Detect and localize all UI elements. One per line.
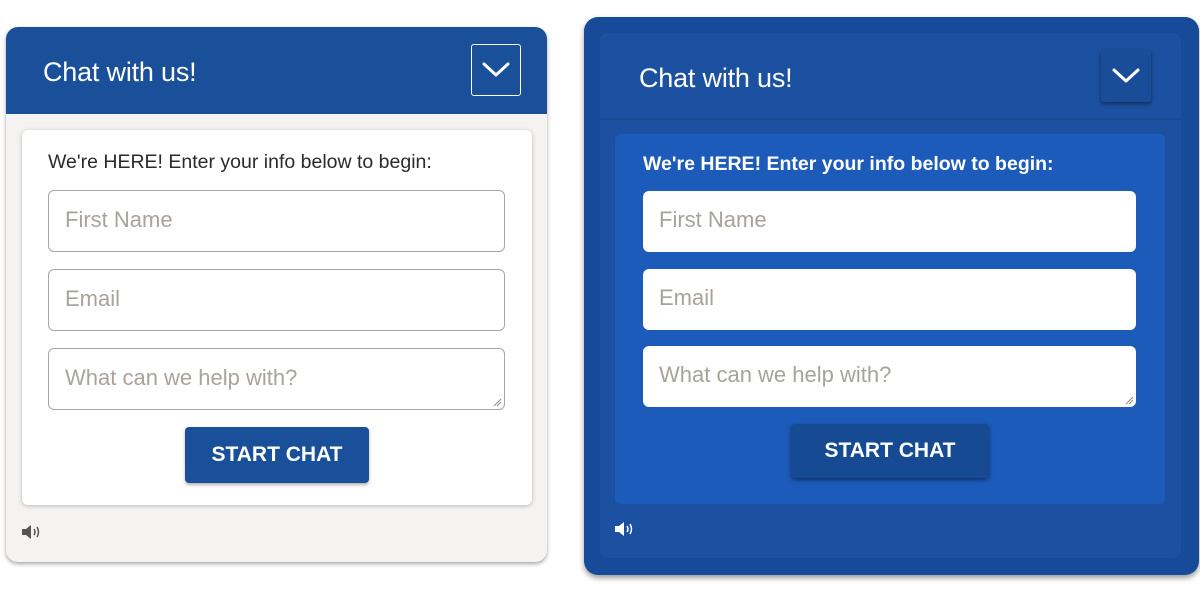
start-chat-button[interactable]: START CHAT: [791, 424, 989, 478]
form-prompt: We're HERE! Enter your info below to beg…: [48, 151, 432, 173]
chevron-down-icon: [482, 62, 510, 77]
first-name-input[interactable]: First Name: [643, 191, 1136, 252]
sound-toggle[interactable]: [614, 521, 636, 542]
header-divider: [600, 118, 1181, 120]
chat-form-card: We're HERE! Enter your info below to beg…: [615, 134, 1165, 504]
message-placeholder: What can we help with?: [65, 365, 298, 390]
sound-toggle[interactable]: [21, 524, 43, 545]
resize-grip-icon[interactable]: [492, 397, 502, 407]
chat-form-card: We're HERE! Enter your info below to beg…: [22, 130, 532, 505]
chat-title: Chat with us!: [639, 63, 793, 93]
chevron-down-icon: [1112, 68, 1140, 83]
resize-grip-icon[interactable]: [1124, 395, 1134, 405]
collapse-button[interactable]: [1101, 50, 1151, 102]
speaker-icon: [22, 525, 40, 539]
message-placeholder: What can we help with?: [659, 362, 892, 387]
form-prompt: We're HERE! Enter your info below to beg…: [643, 153, 1054, 175]
message-textarea[interactable]: What can we help with?: [48, 348, 505, 410]
chat-widget-light: Chat with us! We're HERE! Enter your inf…: [6, 27, 547, 562]
chat-widget-dark: Chat with us! We're HERE! Enter your inf…: [584, 17, 1199, 575]
message-textarea[interactable]: What can we help with?: [643, 346, 1136, 407]
collapse-button[interactable]: [471, 44, 521, 96]
chat-title: Chat with us!: [43, 57, 197, 87]
first-name-input[interactable]: First Name: [48, 190, 505, 252]
start-chat-button[interactable]: START CHAT: [185, 427, 369, 483]
email-input[interactable]: Email: [48, 269, 505, 331]
speaker-icon: [615, 522, 633, 536]
email-input[interactable]: Email: [643, 269, 1136, 330]
chat-header: Chat with us!: [6, 27, 547, 114]
